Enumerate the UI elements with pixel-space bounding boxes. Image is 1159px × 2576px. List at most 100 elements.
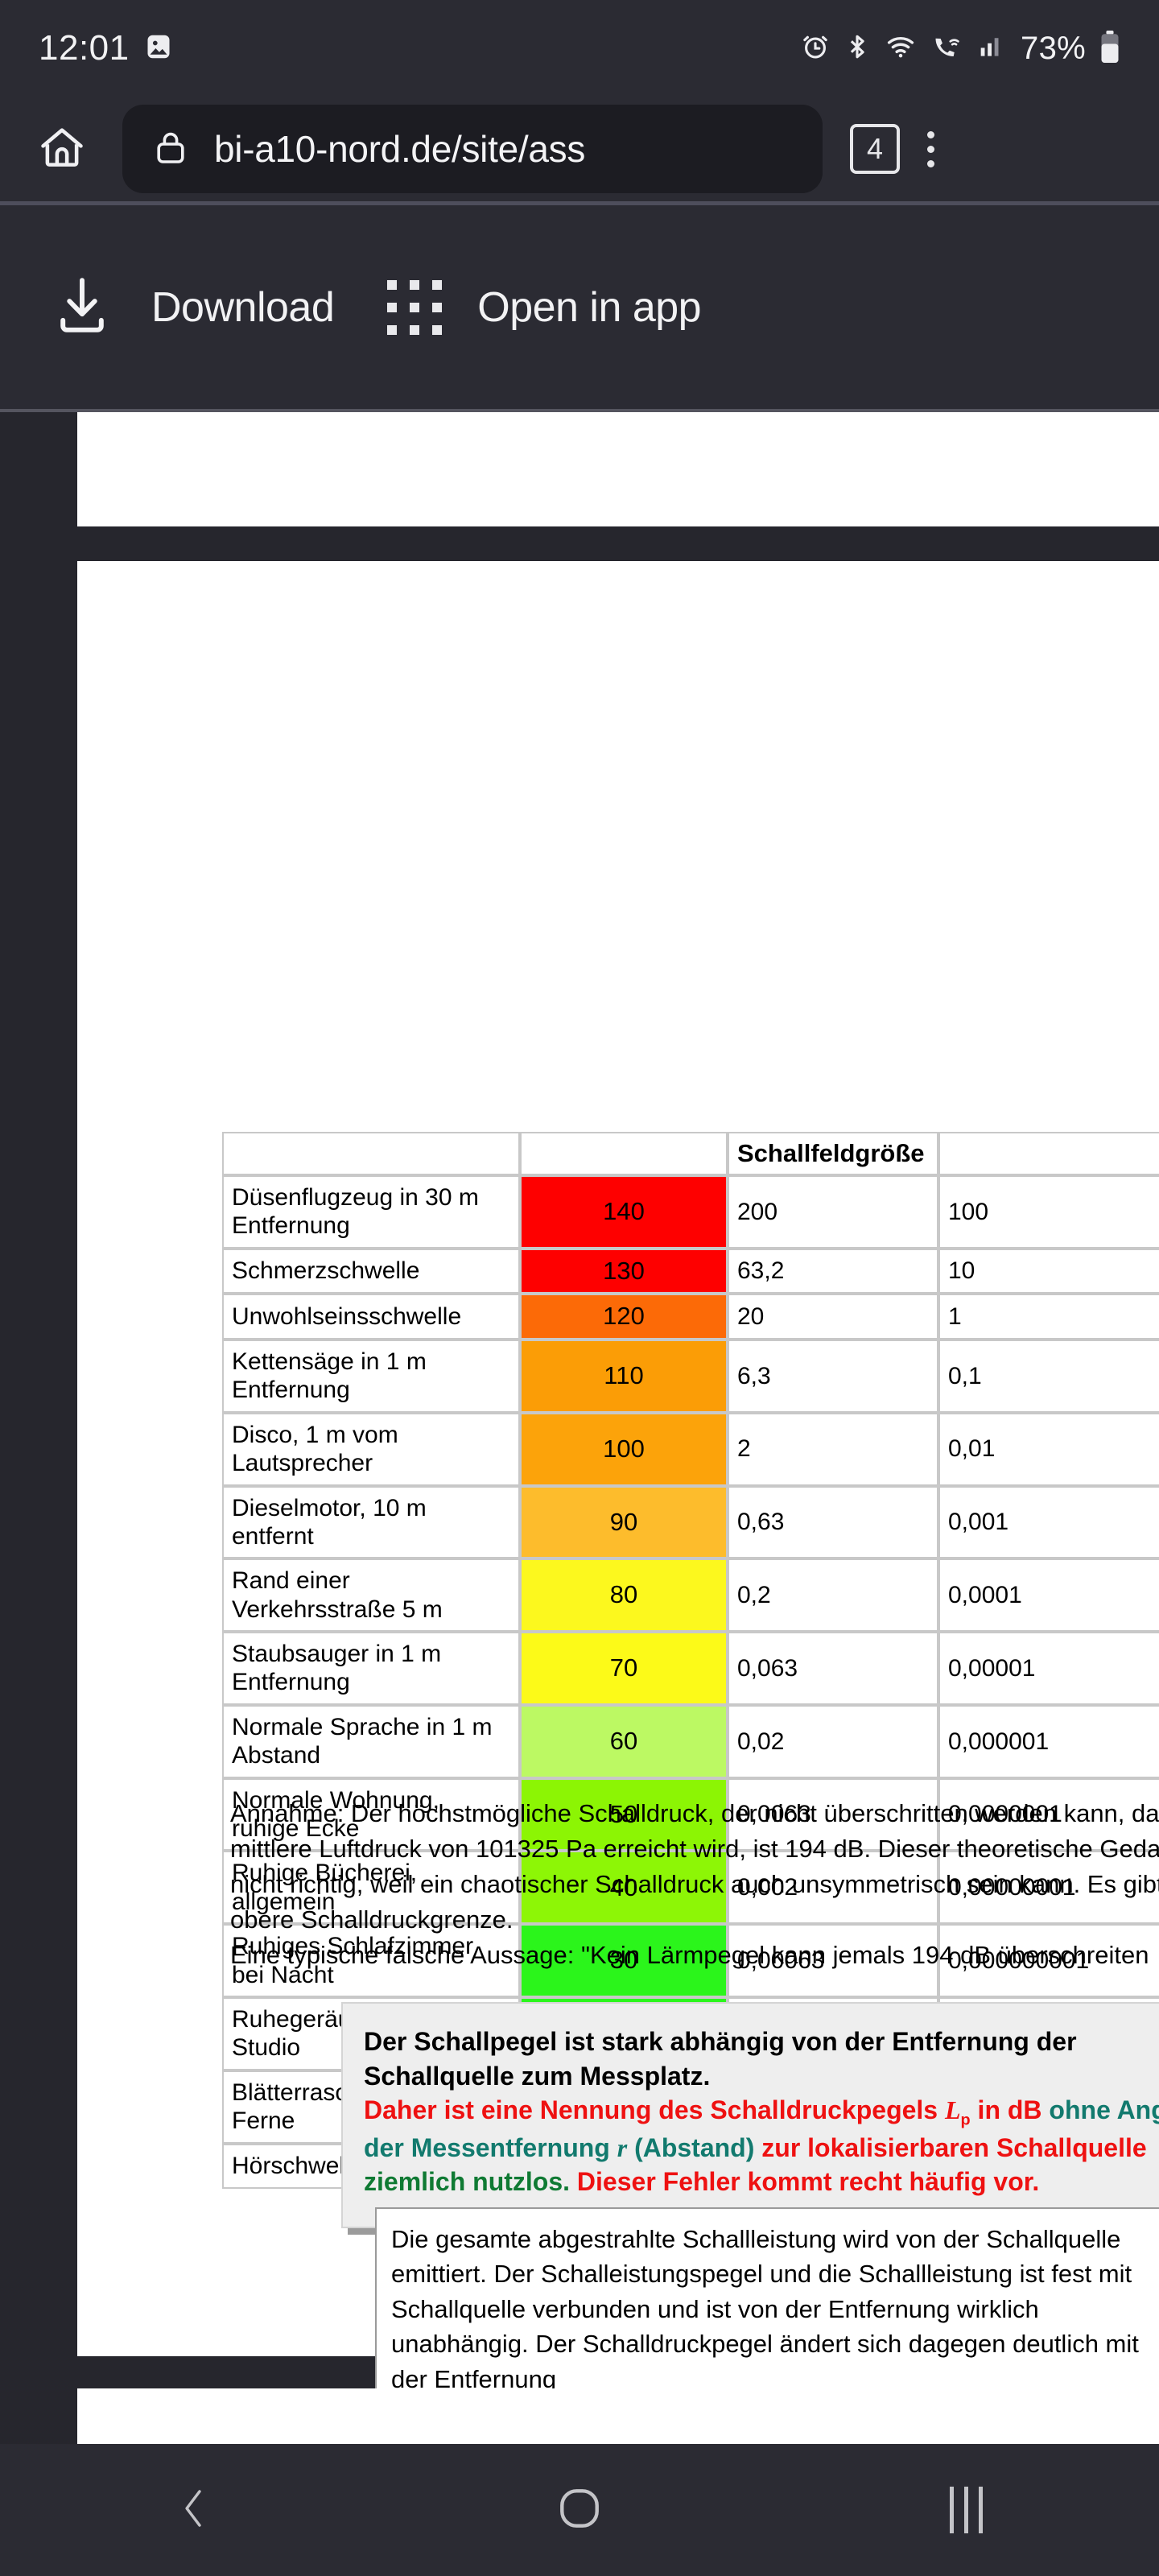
battery-percent: 73%: [1021, 30, 1086, 66]
cell-source-name: Normale Sprache in 1 m Abstand: [222, 1704, 520, 1778]
clock: 12:01: [39, 28, 130, 68]
cell-decibel: 110: [520, 1339, 728, 1413]
home-icon: [36, 122, 88, 177]
status-bar: 12:01 73%: [0, 0, 1159, 97]
header-cell-blank-4: [938, 1132, 1159, 1175]
wifi-calling-icon: [930, 32, 963, 65]
nav-back-button[interactable]: [113, 2462, 274, 2558]
cell-decibel: 100: [520, 1412, 728, 1486]
cell-sound-intensity: 0,1: [938, 1339, 1159, 1413]
cell-sound-intensity: 0,00001: [938, 1632, 1159, 1705]
system-nav-bar: [0, 2444, 1159, 2576]
bluetooth-icon: [843, 31, 871, 66]
page-bottom-strip: [77, 2388, 1159, 2444]
open-in-app-label: Open in app: [477, 283, 702, 331]
cell-sound-intensity: 10: [938, 1248, 1159, 1294]
cell-decibel: 80: [520, 1558, 728, 1633]
nav-recents-button[interactable]: [885, 2462, 1046, 2558]
cell-decibel: 90: [520, 1485, 728, 1559]
cell-sound-pressure: 0,02: [728, 1704, 938, 1778]
cell-sound-pressure: 0,063: [728, 1632, 938, 1705]
table-row: Disco, 1 m vom Lautsprecher 100 2 0,01: [222, 1412, 1159, 1486]
signal-icon: [976, 32, 1004, 65]
cell-decibel: 140: [520, 1175, 728, 1249]
callout-seg-red-4: Dieser Fehler kommt recht häufig vor.: [576, 2167, 1040, 2197]
symbol-r: r: [617, 2132, 628, 2162]
url-fade-overlay: [726, 105, 823, 193]
page-content: Schallfeldgröße Düsenflugzeug in 30 m En…: [77, 561, 1159, 2411]
header-cell-schallfeldgroesse: Schallfeldgröße: [728, 1132, 938, 1175]
home-circle-icon: [555, 2483, 604, 2537]
tab-counter[interactable]: 4: [850, 124, 900, 174]
cell-sound-intensity: 100: [938, 1175, 1159, 1249]
table-row: Düsenflugzeug in 30 m Entfernung 140 200 10…: [222, 1175, 1159, 1249]
callout-seg-red-1: Daher ist eine Nennung des Schalldruckpe…: [364, 2095, 945, 2125]
nav-home-button[interactable]: [499, 2462, 660, 2558]
cell-sound-intensity: 0,0001: [938, 1558, 1159, 1633]
header-cell-blank-2: [520, 1132, 728, 1175]
cell-sound-pressure: 200: [728, 1175, 938, 1249]
cell-decibel: 120: [520, 1294, 728, 1340]
callout-line-1: Der Schallpegel ist stark abhängig von d…: [364, 2027, 1077, 2091]
cell-sound-pressure: 63,2: [728, 1248, 938, 1294]
assumption-paragraph: Annahme: Der höchstmögliche Schalldruck,…: [230, 1799, 1159, 1970]
status-bar-right: 73%: [801, 30, 1120, 68]
table-row: Staubsauger in 1 m Entfernung 70 0,063 0,00…: [222, 1632, 1159, 1705]
recents-icon: [949, 2487, 983, 2533]
cell-source-name: Staubsauger in 1 m Entfernung: [222, 1632, 520, 1705]
lock-icon: [151, 126, 190, 172]
cell-sound-intensity: 0,000001: [938, 1704, 1159, 1778]
table-header-row: Schallfeldgröße: [222, 1132, 1159, 1175]
cell-source-name: Rand einer Verkehrsstraße 5 m: [222, 1558, 520, 1633]
cell-source-name: Düsenflugzeug in 30 m Entfernung: [222, 1175, 520, 1249]
callout-seg-red-3: zur lokalisierbaren Schallquelle: [761, 2132, 1147, 2162]
cell-decibel: 60: [520, 1704, 728, 1778]
url-text: bi-a10-nord.de/site/ass: [214, 128, 586, 170]
wifi-icon: [885, 32, 917, 65]
callout-seg-teal-2: (Abstand): [627, 2132, 762, 2162]
symbol-lp: Lp: [944, 2095, 971, 2129]
home-button[interactable]: [18, 122, 106, 177]
distance-warning-callout: Der Schallpegel ist stark abhängig von d…: [341, 2002, 1159, 2228]
table-row: Normale Sprache in 1 m Abstand 60 0,02 0,00…: [222, 1704, 1159, 1778]
callout-line-2: Daher ist eine Nennung des Schalldruckpe…: [364, 2093, 1159, 2199]
image-icon: [144, 32, 173, 65]
webpage-viewport[interactable]: Schallfeldgröße Düsenflugzeug in 30 m En…: [0, 412, 1159, 2444]
battery-icon: [1099, 30, 1120, 68]
cell-sound-pressure: 2: [728, 1412, 938, 1486]
table-row: Unwohlseinsschwelle 120 20 1: [222, 1294, 1159, 1340]
sound-power-box: Die gesamte abgestrahlte Schallleistung …: [375, 2207, 1159, 2411]
download-icon: [48, 269, 116, 345]
page-top-strip: [77, 412, 1159, 526]
browser-toolbar: bi-a10-nord.de/site/ass 4: [0, 97, 1159, 201]
alarm-icon: [801, 32, 830, 65]
download-label: Download: [151, 283, 335, 331]
callout-seg-red-2: in dB: [970, 2095, 1050, 2125]
kebab-menu-icon[interactable]: [927, 130, 934, 167]
table-row: Rand einer Verkehrsstraße 5 m 80 0,2 0,0001: [222, 1558, 1159, 1633]
status-bar-left: 12:01: [39, 28, 173, 68]
cell-source-name: Schmerzschwelle: [222, 1248, 520, 1294]
address-bar[interactable]: bi-a10-nord.de/site/ass: [122, 105, 823, 193]
callout-seg-green-1: ziemlich nutzlos.: [364, 2167, 577, 2197]
back-chevron-icon: [171, 2482, 216, 2539]
cell-sound-intensity: 0,01: [938, 1412, 1159, 1486]
cell-source-name: Disco, 1 m vom Lautsprecher: [222, 1412, 520, 1486]
cell-decibel: 70: [520, 1632, 728, 1705]
header-cell-blank-1: [222, 1132, 520, 1175]
cell-decibel: 130: [520, 1248, 728, 1294]
app-promo-bar: Download Open in app: [0, 205, 1159, 409]
table-row: Schmerzschwelle 130 63,2 10: [222, 1248, 1159, 1294]
cell-sound-intensity: 1: [938, 1294, 1159, 1340]
cell-source-name: Kettensäge in 1 m Entfernung: [222, 1339, 520, 1413]
download-button[interactable]: Download: [48, 269, 335, 345]
cell-source-name: Dieselmotor, 10 m entfernt: [222, 1485, 520, 1559]
apps-grid-icon: [387, 279, 443, 335]
table-row: Dieselmotor, 10 m entfernt 90 0,63 0,001: [222, 1485, 1159, 1559]
table-row: Kettensäge in 1 m Entfernung 110 6,3 0,1: [222, 1339, 1159, 1413]
cell-sound-pressure: 0,2: [728, 1558, 938, 1633]
cell-sound-pressure: 0,63: [728, 1485, 938, 1559]
cell-sound-pressure: 20: [728, 1294, 938, 1340]
open-in-app-button[interactable]: Open in app: [387, 279, 702, 335]
cell-sound-intensity: 0,001: [938, 1485, 1159, 1559]
